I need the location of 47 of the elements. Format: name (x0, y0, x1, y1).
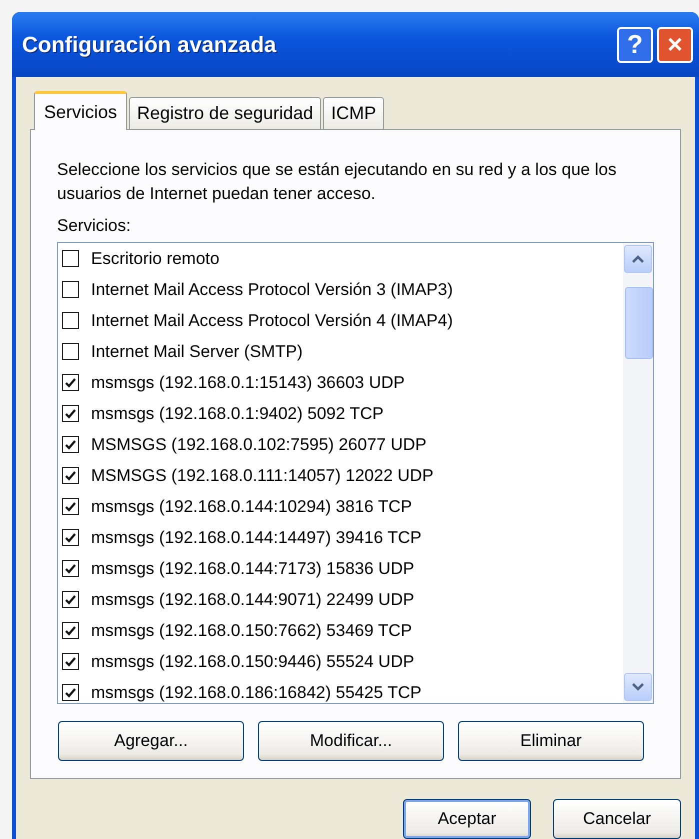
scroll-down-icon[interactable] (624, 673, 652, 701)
service-label[interactable]: Internet Mail Access Protocol Versión 3 (IMAP3) (91, 280, 453, 300)
window-title: Configuración avanzada (22, 32, 278, 58)
service-label[interactable]: Escritorio remoto (91, 248, 220, 268)
service-label[interactable]: msmsgs (192.168.0.144:7173) 15836 UDP (91, 558, 414, 578)
checkbox[interactable] (62, 343, 79, 360)
service-label[interactable]: msmsgs (192.168.0.186:16842) 55425 TCP (91, 682, 422, 702)
checkbox[interactable] (62, 560, 79, 577)
checkbox[interactable] (62, 498, 79, 515)
checkbox[interactable] (62, 436, 79, 453)
checkbox[interactable] (62, 250, 79, 267)
scroll-up-icon[interactable] (624, 245, 652, 273)
checkbox[interactable] (62, 591, 79, 608)
tab[interactable]: Registro de seguridad (129, 97, 322, 129)
checkbox[interactable] (62, 312, 79, 329)
service-label[interactable]: msmsgs (192.168.0.1:9402) 5092 TCP (91, 404, 384, 424)
service-label[interactable]: msmsgs (192.168.0.150:7662) 53469 TCP (91, 620, 412, 640)
list-action-button[interactable]: Eliminar (458, 721, 644, 761)
service-label[interactable]: msmsgs (192.168.0.1:15143) 36603 UDP (91, 372, 405, 392)
service-label[interactable]: msmsgs (192.168.0.144:14497) 39416 TCP (91, 528, 422, 548)
tab[interactable]: ICMP (323, 97, 384, 129)
list-action-button[interactable]: Agregar... (58, 721, 244, 761)
checkbox[interactable] (62, 374, 79, 391)
service-label[interactable]: msmsgs (192.168.0.144:9071) 22499 UDP (91, 590, 414, 610)
checkbox[interactable] (62, 653, 79, 670)
checkbox[interactable] (62, 281, 79, 298)
checkbox[interactable] (62, 622, 79, 639)
service-label[interactable]: msmsgs (192.168.0.150:9446) 55524 UDP (91, 652, 414, 672)
checkbox[interactable] (62, 467, 79, 484)
description-text: Seleccione los servicios que se están ejecutando en su red y a los que los usuarios de Internet puedan tener acceso. (57, 159, 618, 205)
service-label[interactable]: msmsgs (192.168.0.144:10294) 3816 TCP (91, 496, 412, 516)
service-label[interactable]: Internet Mail Server (SMTP) (91, 342, 303, 362)
service-label[interactable]: MSMSGS (192.168.0.111:14057) 12022 UDP (91, 466, 434, 486)
service-label[interactable]: Internet Mail Access Protocol Versión 4 (IMAP4) (91, 310, 453, 330)
accept-button[interactable]: Aceptar (403, 799, 531, 839)
cancel-button[interactable]: Cancelar (553, 799, 681, 839)
checkbox[interactable] (62, 529, 79, 546)
services-label: Servicios: (57, 216, 132, 236)
tab[interactable]: Servicios (34, 91, 128, 130)
scroll-thumb[interactable] (625, 287, 653, 359)
checkbox[interactable] (62, 405, 79, 422)
list-action-button[interactable]: Modificar... (258, 721, 444, 761)
scrollbar[interactable] (623, 243, 653, 703)
close-button[interactable]: × (657, 26, 693, 62)
checkbox[interactable] (62, 684, 79, 701)
service-label[interactable]: MSMSGS (192.168.0.102:7595) 26077 UDP (91, 434, 426, 454)
help-button[interactable]: ? (617, 26, 653, 62)
